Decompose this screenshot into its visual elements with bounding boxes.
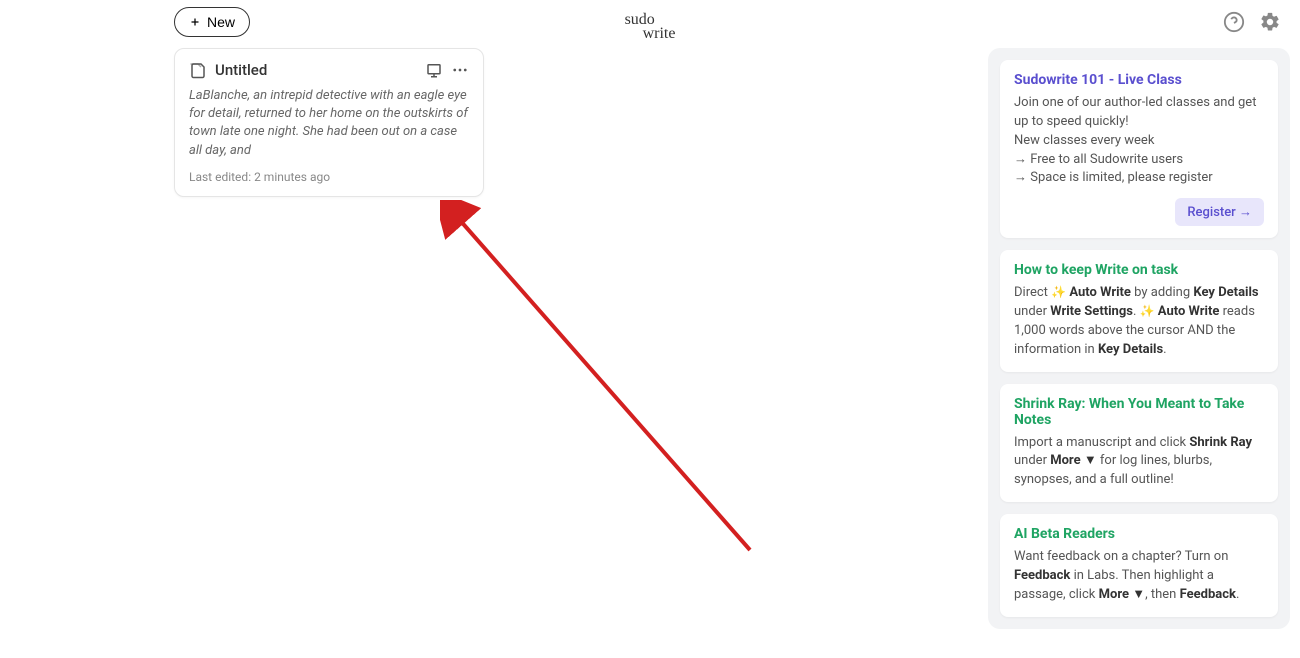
text-bold: Feedback — [1180, 587, 1236, 602]
sparkle-icon: ✨ — [1140, 303, 1155, 320]
card-line: → Space is limited, please register — [1014, 169, 1264, 188]
text-bold: Feedback — [1014, 568, 1070, 583]
card-line: New classes every week — [1014, 132, 1264, 151]
text-span: . — [1236, 587, 1239, 602]
info-card-live-class: Sudowrite 101 - Live Class Join one of o… — [1000, 60, 1278, 238]
document-preview: LaBlanche, an intrepid detective with an… — [189, 87, 469, 160]
text-bold: More ▼ — [1099, 587, 1145, 602]
text-span: . — [1163, 342, 1166, 357]
logo-line2: write — [625, 26, 676, 42]
text-span: Want feedback on a chapter? Turn on — [1014, 549, 1228, 564]
card-text: Direct ✨ Auto Write by adding Key Detail… — [1014, 284, 1264, 359]
text-span: under — [1014, 304, 1050, 319]
plus-icon — [189, 16, 201, 28]
more-icon[interactable] — [451, 61, 469, 79]
topbar: New sudo write — [0, 0, 1300, 44]
documents-column: Untitled LaBlanche, an intrepid detectiv… — [174, 48, 484, 197]
text-span: , then — [1145, 587, 1180, 602]
register-button[interactable]: Register → — [1175, 198, 1264, 226]
info-sidebar: Sudowrite 101 - Live Class Join one of o… — [988, 48, 1290, 629]
text-bold: Write Settings — [1050, 304, 1133, 319]
text-span: . — [1133, 304, 1140, 319]
help-button[interactable] — [1222, 10, 1246, 34]
card-line: → Free to all Sudowrite users — [1014, 151, 1264, 170]
text-bold: More ▼ — [1050, 453, 1096, 468]
card-text: Want feedback on a chapter? Turn on Feed… — [1014, 548, 1264, 605]
card-title: How to keep Write on task — [1014, 262, 1264, 278]
document-last-edited: Last edited: 2 minutes ago — [189, 170, 469, 184]
document-title: Untitled — [215, 61, 417, 79]
logo: sudo write — [625, 12, 676, 42]
document-icon — [189, 61, 207, 79]
text-span: Import a manuscript and click — [1014, 435, 1189, 450]
gear-icon — [1259, 11, 1281, 33]
info-card-beta-readers: AI Beta Readers Want feedback on a chapt… — [1000, 514, 1278, 617]
card-title: AI Beta Readers — [1014, 526, 1264, 542]
text-span: Direct — [1014, 285, 1051, 300]
card-text: Join one of our author-led classes and g… — [1014, 94, 1264, 188]
text-bold: Shrink Ray — [1189, 435, 1252, 450]
card-title: Sudowrite 101 - Live Class — [1014, 72, 1264, 88]
info-card-shrink-ray: Shrink Ray: When You Meant to Take Notes… — [1000, 384, 1278, 503]
card-text: Import a manuscript and click Shrink Ray… — [1014, 434, 1264, 491]
document-card-header: Untitled — [189, 61, 469, 79]
text-span: under — [1014, 453, 1050, 468]
text-bold: Auto Write — [1069, 285, 1131, 300]
new-button[interactable]: New — [174, 7, 250, 37]
settings-button[interactable] — [1258, 10, 1282, 34]
new-button-label: New — [207, 14, 235, 30]
text-bold: Key Details — [1193, 285, 1258, 300]
topbar-right — [1222, 10, 1290, 34]
annotation-arrow — [440, 200, 770, 560]
present-icon[interactable] — [425, 61, 443, 79]
text-bold: Auto Write — [1158, 304, 1220, 319]
info-card-write-on-task: How to keep Write on task Direct ✨ Auto … — [1000, 250, 1278, 371]
help-icon — [1223, 11, 1245, 33]
card-line: Join one of our author-led classes and g… — [1014, 94, 1264, 132]
card-title: Shrink Ray: When You Meant to Take Notes — [1014, 396, 1264, 428]
text-bold: Key Details — [1098, 342, 1163, 357]
document-card[interactable]: Untitled LaBlanche, an intrepid detectiv… — [174, 48, 484, 197]
text-span: by adding — [1131, 285, 1193, 300]
sparkle-icon: ✨ — [1051, 284, 1066, 301]
